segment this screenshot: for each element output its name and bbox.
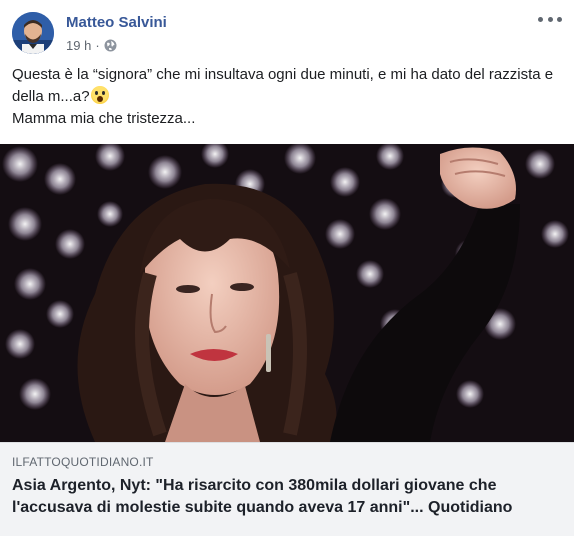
- link-domain: ILFATTOQUOTIDIANO.IT: [12, 455, 154, 469]
- post-text: Questa è la “signora” che mi insultava o…: [12, 64, 562, 130]
- photo-woman-raised-fist: [0, 144, 574, 442]
- face-screaming-emoji-icon: [90, 86, 109, 104]
- post-text-paragraph: Questa è la “signora” che mi insultava o…: [12, 64, 562, 108]
- post-header: Matteo Salvini 19 h ·: [0, 0, 574, 62]
- avatar[interactable]: [12, 12, 54, 54]
- post-meta: 19 h ·: [66, 38, 117, 53]
- facebook-post: Matteo Salvini 19 h · Questa è la “signo…: [0, 0, 574, 536]
- link-headline[interactable]: Asia Argento, Nyt: "Ha risarcito con 380…: [12, 475, 564, 519]
- ellipsis-icon: [538, 16, 543, 22]
- author-name[interactable]: Matteo Salvini: [66, 14, 167, 31]
- meta-separator: ·: [95, 38, 100, 53]
- globe-icon[interactable]: [104, 39, 117, 52]
- more-options-button[interactable]: [538, 12, 562, 26]
- avatar-image: [12, 12, 54, 54]
- post-time[interactable]: 19 h: [66, 38, 91, 53]
- link-preview-image[interactable]: [0, 144, 574, 442]
- post-text-line-2: Mamma mia che tristezza...: [12, 110, 196, 127]
- link-preview-card[interactable]: ILFATTOQUOTIDIANO.IT Asia Argento, Nyt: …: [0, 442, 574, 536]
